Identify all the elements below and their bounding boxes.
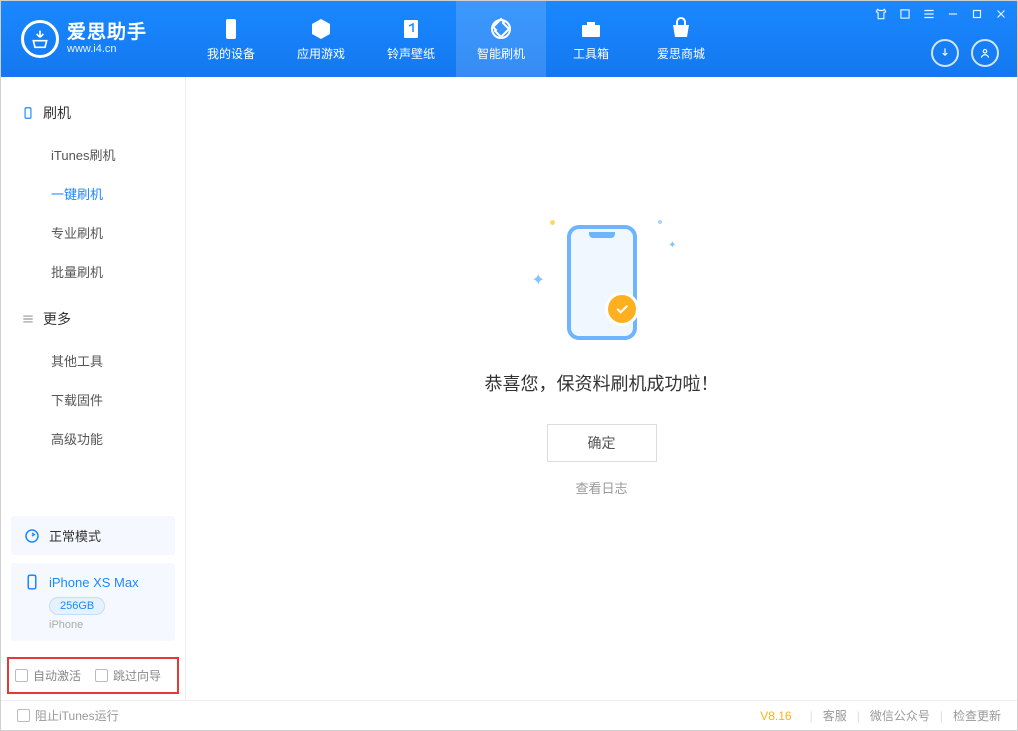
tab-label: 铃声壁纸 bbox=[387, 45, 435, 62]
sidebar-section-flash: 刷机 bbox=[1, 95, 185, 131]
highlighted-checkbox-area: 自动激活 跳过向导 bbox=[7, 657, 179, 694]
tab-store[interactable]: 爱思商城 bbox=[636, 1, 726, 77]
device-storage-badge: 256GB bbox=[49, 597, 105, 615]
sidebar-item-pro-flash[interactable]: 专业刷机 bbox=[1, 213, 185, 252]
menu-icon[interactable] bbox=[921, 6, 937, 22]
titlebar: 爱思助手 www.i4.cn 我的设备 应用游戏 铃声壁纸 智能刷机 工具箱 爱… bbox=[1, 1, 1017, 77]
minimize-icon[interactable] bbox=[945, 6, 961, 22]
app-name: 爱思助手 bbox=[67, 23, 147, 44]
sidebar-item-advanced[interactable]: 高级功能 bbox=[1, 419, 185, 458]
device-mode-box[interactable]: 正常模式 bbox=[11, 516, 175, 555]
tab-label: 应用游戏 bbox=[297, 45, 345, 62]
logo-area: 爱思助手 www.i4.cn bbox=[1, 20, 186, 58]
sidebar-item-itunes-flash[interactable]: iTunes刷机 bbox=[1, 135, 185, 174]
version-label: V8.16 bbox=[760, 709, 791, 723]
wechat-link[interactable]: 微信公众号 bbox=[870, 707, 930, 724]
tab-apps-games[interactable]: 应用游戏 bbox=[276, 1, 366, 77]
sidebar-section-more: 更多 bbox=[1, 301, 185, 337]
tab-toolbox[interactable]: 工具箱 bbox=[546, 1, 636, 77]
tab-my-device[interactable]: 我的设备 bbox=[186, 1, 276, 77]
ok-button[interactable]: 确定 bbox=[547, 424, 657, 462]
tab-label: 智能刷机 bbox=[477, 45, 525, 62]
close-icon[interactable] bbox=[993, 6, 1009, 22]
refresh-icon bbox=[23, 527, 41, 545]
sidebar-item-oneclick-flash[interactable]: 一键刷机 bbox=[1, 174, 185, 213]
app-url: www.i4.cn bbox=[67, 43, 147, 55]
tab-label: 爱思商城 bbox=[657, 45, 705, 62]
checkbox-icon bbox=[95, 669, 108, 682]
checkbox-icon bbox=[15, 669, 28, 682]
check-update-link[interactable]: 检查更新 bbox=[953, 707, 1001, 724]
app-logo-icon bbox=[21, 20, 59, 58]
checkbox-auto-activate[interactable]: 自动激活 bbox=[15, 667, 81, 684]
view-log-link[interactable]: 查看日志 bbox=[575, 478, 627, 497]
tab-label: 我的设备 bbox=[207, 45, 255, 62]
phone-icon bbox=[21, 106, 35, 120]
checkbox-skip-guide[interactable]: 跳过向导 bbox=[95, 667, 161, 684]
sidebar-item-batch-flash[interactable]: 批量刷机 bbox=[1, 252, 185, 291]
checkbox-icon bbox=[17, 709, 30, 722]
list-icon bbox=[21, 312, 35, 326]
success-illustration: ✦ ✦ bbox=[532, 220, 672, 340]
tab-smart-flash[interactable]: 智能刷机 bbox=[456, 1, 546, 77]
device-info-box[interactable]: iPhone XS Max 256GB iPhone bbox=[11, 563, 175, 641]
header-action-circles bbox=[931, 39, 999, 67]
device-type: iPhone bbox=[49, 619, 163, 631]
tab-label: 工具箱 bbox=[573, 45, 609, 62]
maximize-icon[interactable] bbox=[969, 6, 985, 22]
support-link[interactable]: 客服 bbox=[823, 707, 847, 724]
box-icon[interactable] bbox=[897, 6, 913, 22]
content-area: ✦ ✦ 恭喜您，保资料刷机成功啦！ 确定 查看日志 bbox=[186, 77, 1017, 700]
tab-ringtone-wallpaper[interactable]: 铃声壁纸 bbox=[366, 1, 456, 77]
nav-tabs: 我的设备 应用游戏 铃声壁纸 智能刷机 工具箱 爱思商城 bbox=[186, 1, 726, 77]
sidebar: 刷机 iTunes刷机 一键刷机 专业刷机 批量刷机 更多 其他工具 下载固件 … bbox=[1, 77, 186, 700]
result-message: 恭喜您，保资料刷机成功啦！ bbox=[485, 370, 719, 396]
statusbar: 阻止iTunes运行 V8.16 | 客服 | 微信公众号 | 检查更新 bbox=[1, 700, 1017, 730]
device-name: iPhone XS Max bbox=[49, 575, 139, 590]
checkbox-block-itunes[interactable]: 阻止iTunes运行 bbox=[17, 707, 119, 724]
user-icon[interactable] bbox=[971, 39, 999, 67]
window-controls bbox=[873, 6, 1009, 22]
download-icon[interactable] bbox=[931, 39, 959, 67]
phone-icon bbox=[567, 225, 637, 340]
shirt-icon[interactable] bbox=[873, 6, 889, 22]
sidebar-item-download-firmware[interactable]: 下载固件 bbox=[1, 380, 185, 419]
sidebar-item-other-tools[interactable]: 其他工具 bbox=[1, 341, 185, 380]
phone-icon bbox=[23, 573, 41, 591]
check-badge-icon bbox=[605, 292, 639, 326]
